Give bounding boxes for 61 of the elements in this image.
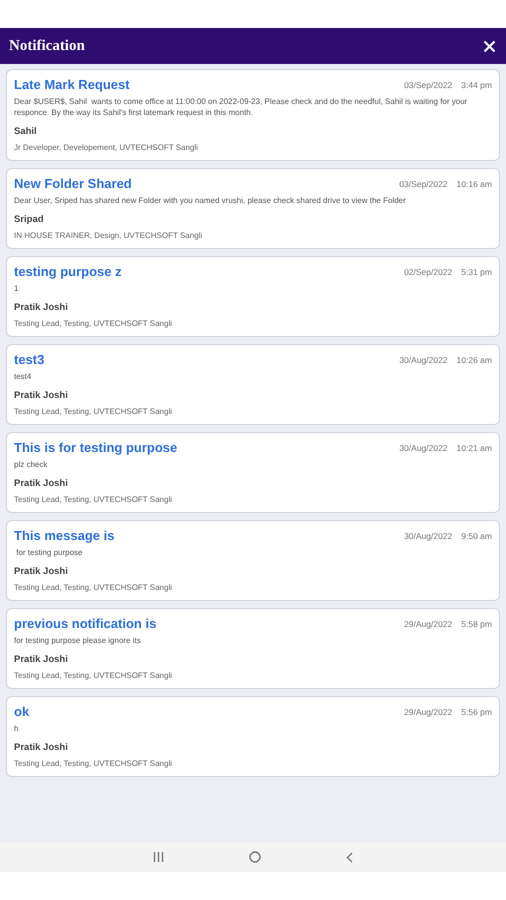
notification-title: testing purpose z <box>14 264 122 279</box>
notification-time: 5:58 pm <box>461 619 492 629</box>
back-icon[interactable] <box>346 852 354 862</box>
notification-title: New Folder Shared <box>14 176 132 191</box>
sender-name: Sripad <box>14 214 45 225</box>
sender-name: Pratik Joshi <box>14 302 69 313</box>
sender-role: Testing Lead, Testing, UVTECHSOFT Sangli <box>14 319 173 328</box>
sender-role: Jr Developer, Developement, UVTECHSOFT Sangli <box>14 143 199 152</box>
notification-card[interactable]: This is for testing purpose 30/Aug/2022 10:21 am plz check Pratik Joshi Testing Lead, Testing, UVTECHSOFT Sangli <box>6 432 500 513</box>
sender-role: Testing Lead, Testing, UVTECHSOFT Sangli <box>14 759 173 768</box>
notification-date: 03/Sep/2022 <box>404 80 452 90</box>
notification-message: for testing purpose <box>15 547 84 558</box>
notification-date: 03/Sep/2022 <box>399 179 448 189</box>
home-icon[interactable] <box>248 851 261 863</box>
sender-name: Pratik Joshi <box>14 654 69 665</box>
notification-message: Dear $USER$, Sahil wants to come office at 11:00:00 on 2022-09-23, Please check and do the needful, Sahil is waiting for your responce. By the way its Sahil's first latemark request in this month. <box>14 96 468 118</box>
sender-role: Testing Lead, Testing, UVTECHSOFT Sangli <box>14 671 173 680</box>
notification-card[interactable] <box>6 69 500 161</box>
notification-card[interactable]: test3 30/Aug/2022 10:26 am test4 Pratik Joshi Testing Lead, Testing, UVTECHSOFT Sangli <box>6 344 500 425</box>
sender-name: Sahil <box>14 126 38 137</box>
notification-message: 1 <box>14 283 20 294</box>
notification-time: 3:44 pm <box>461 80 492 90</box>
notification-message: Dear User, Sriped has shared new Folder with you named vrushi, please check shared drive to view the Folder <box>14 195 407 206</box>
notification-time: 9:50 am <box>461 531 492 541</box>
notification-time: 10:21 am <box>456 443 492 453</box>
sender-name: Pratik Joshi <box>14 390 69 401</box>
notification-title: ok <box>14 704 30 719</box>
notification-date: 30/Aug/2022 <box>404 531 452 541</box>
notification-message: plz check <box>14 459 48 470</box>
notification-card[interactable]: testing purpose z 02/Sep/2022 5:31 pm 1 Pratik Joshi Testing Lead, Testing, UVTECHSOFT Sangli <box>6 256 500 337</box>
notification-card[interactable]: previous notification is 29/Aug/2022 5:58 pm for testing purpose please ignore its Pratik Joshi Testing Lead, Testing, UVTECHSOFT Sangli <box>6 608 500 689</box>
notification-time: 10:16 am <box>456 179 492 189</box>
sender-name: Pratik Joshi <box>14 478 69 489</box>
notification-card[interactable]: ok 29/Aug/2022 5:56 pm h Pratik Joshi Testing Lead, Testing, UVTECHSOFT Sangli <box>6 696 500 777</box>
sender-name: Pratik Joshi <box>14 566 69 577</box>
notification-title: test3 <box>14 352 44 367</box>
window-title: Notification <box>9 38 85 54</box>
sender-name: Pratik Joshi <box>14 742 69 753</box>
notification-date: 29/Aug/2022 <box>404 707 452 717</box>
notification-title: Late Mark Request <box>14 77 130 92</box>
notification-message: for testing purpose please ignore its <box>14 635 142 646</box>
notification-title: This is for testing purpose <box>14 440 178 455</box>
notification-message: h <box>14 723 20 734</box>
notification-date: 30/Aug/2022 <box>399 355 448 365</box>
notification-time: 5:31 pm <box>461 267 492 277</box>
notification-card[interactable]: This message is 30/Aug/2022 9:50 am for testing purpose Pratik Joshi Testing Lead, Testing, UVTECHSOFT Sangli <box>6 520 500 601</box>
notification-title: This message is <box>14 528 114 543</box>
sender-role: Testing Lead, Testing, UVTECHSOFT Sangli <box>14 583 173 592</box>
notification-date: 30/Aug/2022 <box>399 443 448 453</box>
notification-card[interactable]: New Folder Shared 03/Sep/2022 10:16 am Dear User, Sriped has shared new Folder with you named vrushi, please check shared drive to view the Folder Sripad IN HOUSE TRAINER, Design, UVTECHSOFT Sangli <box>6 168 500 249</box>
notification-time: 5:56 pm <box>461 707 492 717</box>
notification-date: 02/Sep/2022 <box>404 267 452 277</box>
notification-time: 10:26 am <box>456 355 492 365</box>
notification-message: test4 <box>14 371 32 382</box>
sender-role: Testing Lead, Testing, UVTECHSOFT Sangli <box>14 495 173 504</box>
sender-role: Testing Lead, Testing, UVTECHSOFT Sangli <box>14 407 173 416</box>
recent-apps-icon[interactable] <box>152 852 164 862</box>
notification-date: 29/Aug/2022 <box>404 619 452 629</box>
close-icon[interactable] <box>483 40 496 52</box>
notification-title: previous notification is <box>14 616 156 631</box>
sender-role: IN HOUSE TRAINER, Design, UVTECHSOFT Sangli <box>14 231 204 240</box>
